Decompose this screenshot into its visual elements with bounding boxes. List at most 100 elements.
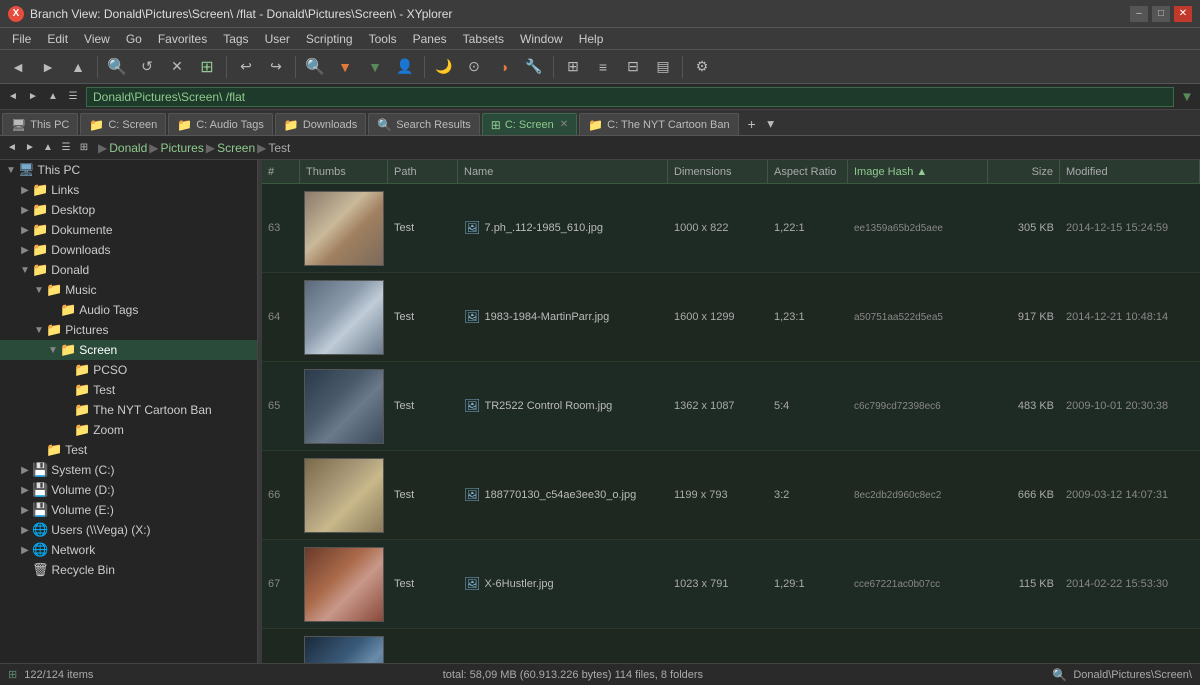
- toggle-system-c[interactable]: ▶: [18, 463, 32, 477]
- refresh-button[interactable]: ↺: [133, 53, 161, 81]
- addr-back[interactable]: ◄: [4, 88, 22, 106]
- sidebar-item-system-c[interactable]: ▶ 💾 System (C:): [0, 460, 257, 480]
- menu-view[interactable]: View: [76, 30, 118, 48]
- special1[interactable]: 👤: [391, 53, 419, 81]
- table-row[interactable]: 66 Test 🖼 188770130_c54ae3ee30_o.jpg 119…: [262, 451, 1200, 540]
- minimize-button[interactable]: –: [1130, 6, 1148, 22]
- sidebar-item-users-vega[interactable]: ▶ 🌐 Users (\\Vega) (X:): [0, 520, 257, 540]
- tab-c-screen-active[interactable]: ⊞ C: Screen ✕: [482, 113, 577, 135]
- menu-window[interactable]: Window: [512, 30, 571, 48]
- table-row[interactable]: 65 Test 🖼 TR2522 Control Room.jpg 1362 x…: [262, 362, 1200, 451]
- redo-button[interactable]: ↪: [262, 53, 290, 81]
- toggle-desktop[interactable]: ▶: [18, 203, 32, 217]
- toggle-zoom[interactable]: [60, 423, 74, 437]
- toggle-dokumente[interactable]: ▶: [18, 223, 32, 237]
- tab-dropdown-button[interactable]: ▾: [763, 113, 779, 135]
- tab-search-results[interactable]: 🔍 Search Results: [368, 113, 480, 135]
- col-header-num[interactable]: #: [262, 160, 300, 183]
- sidebar-item-desktop[interactable]: ▶ 📁 Desktop: [0, 200, 257, 220]
- bc-back[interactable]: ◄: [4, 140, 20, 156]
- branch-view-button[interactable]: ⊞: [193, 53, 221, 81]
- toggle-screen[interactable]: ▼: [46, 343, 60, 357]
- sidebar-item-test2[interactable]: 📁 Test: [0, 440, 257, 460]
- table-row[interactable]: 63 Test 🖼 7.ph_.112-1985_610.jpg 1000 x …: [262, 184, 1200, 273]
- bc-donald[interactable]: Donald: [109, 141, 147, 155]
- addr-up[interactable]: ▲: [44, 88, 62, 106]
- address-filter-icon[interactable]: ▼: [1178, 88, 1196, 106]
- menu-tabsets[interactable]: Tabsets: [455, 30, 512, 48]
- tab-nyt-cartoon[interactable]: 📁 C: The NYT Cartoon Ban: [579, 113, 738, 135]
- address-input[interactable]: [86, 87, 1174, 107]
- col-header-size[interactable]: Size: [988, 160, 1060, 183]
- menu-help[interactable]: Help: [571, 30, 612, 48]
- target-btn[interactable]: ⊙: [460, 53, 488, 81]
- menu-go[interactable]: Go: [118, 30, 150, 48]
- menu-file[interactable]: File: [4, 30, 39, 48]
- table-row[interactable]: 68 The NYT Car... 🖼 Raven.jpg 433 x 338 …: [262, 629, 1200, 663]
- toggle-audio-tags[interactable]: [46, 303, 60, 317]
- bc-forward[interactable]: ►: [22, 140, 38, 156]
- addr-list[interactable]: ☰: [64, 88, 82, 106]
- toggle-links[interactable]: ▶: [18, 183, 32, 197]
- sidebar-item-pictures[interactable]: ▼ 📁 Pictures: [0, 320, 257, 340]
- search-button[interactable]: 🔍: [103, 53, 131, 81]
- sidebar-item-donald[interactable]: ▼ 📁 Donald: [0, 260, 257, 280]
- color-btn[interactable]: ◑: [490, 53, 518, 81]
- menu-scripting[interactable]: Scripting: [298, 30, 361, 48]
- toggle-pictures[interactable]: ▼: [32, 323, 46, 337]
- sidebar-item-nyt-cartoon-ban[interactable]: 📁 The NYT Cartoon Ban: [0, 400, 257, 420]
- toggle-volume-e[interactable]: ▶: [18, 503, 32, 517]
- sidebar-item-pcso[interactable]: 📁 PCSO: [0, 360, 257, 380]
- bc-branch[interactable]: ⊞: [76, 140, 92, 156]
- sidebar-item-downloads[interactable]: ▶ 📁 Downloads: [0, 240, 257, 260]
- view-detail[interactable]: ≡: [589, 53, 617, 81]
- tab-c-screen[interactable]: 📁 C: Screen: [80, 113, 166, 135]
- tab-this-pc[interactable]: 🖥 This PC: [2, 113, 78, 135]
- toggle-music[interactable]: ▼: [32, 283, 46, 297]
- find-button[interactable]: 🔍: [301, 53, 329, 81]
- filter-btn[interactable]: ▼: [361, 53, 389, 81]
- sidebar-item-this-pc[interactable]: ▼ 🖥 This PC: [0, 160, 257, 180]
- toggle-volume-d[interactable]: ▶: [18, 483, 32, 497]
- back-button[interactable]: ◄: [4, 53, 32, 81]
- filter-active[interactable]: ▼: [331, 53, 359, 81]
- tools-btn[interactable]: 🔧: [520, 53, 548, 81]
- forward-button[interactable]: ►: [34, 53, 62, 81]
- toggle-donald[interactable]: ▼: [18, 263, 32, 277]
- menu-favorites[interactable]: Favorites: [150, 30, 215, 48]
- sidebar-item-links[interactable]: ▶ 📁 Links: [0, 180, 257, 200]
- sidebar-item-test[interactable]: 📁 Test: [0, 380, 257, 400]
- sidebar-item-volume-d[interactable]: ▶ 💾 Volume (D:): [0, 480, 257, 500]
- sidebar-item-recycle-bin[interactable]: 🗑 Recycle Bin: [0, 560, 257, 580]
- night-mode[interactable]: 🌙: [430, 53, 458, 81]
- menu-user[interactable]: User: [257, 30, 298, 48]
- toggle-recycle-bin[interactable]: [18, 563, 32, 577]
- toggle-nyt-cartoon-ban[interactable]: [60, 403, 74, 417]
- bc-pictures[interactable]: Pictures: [161, 141, 204, 155]
- sidebar-item-zoom[interactable]: 📁 Zoom: [0, 420, 257, 440]
- new-tab-button[interactable]: +: [741, 113, 763, 135]
- toggle-users-vega[interactable]: ▶: [18, 523, 32, 537]
- sidebar-item-dokumente[interactable]: ▶ 📁 Dokumente: [0, 220, 257, 240]
- menu-tools[interactable]: Tools: [361, 30, 405, 48]
- toggle-network[interactable]: ▶: [18, 543, 32, 557]
- col-header-thumbs[interactable]: Thumbs: [300, 160, 388, 183]
- col-header-aspect[interactable]: Aspect Ratio: [768, 160, 848, 183]
- col-header-name[interactable]: Name: [458, 160, 668, 183]
- toggle-downloads[interactable]: ▶: [18, 243, 32, 257]
- view-grid[interactable]: ⊞: [559, 53, 587, 81]
- toggle-this-pc[interactable]: ▼: [4, 163, 18, 177]
- sidebar-item-music[interactable]: ▼ 📁 Music: [0, 280, 257, 300]
- toggle-test2[interactable]: [32, 443, 46, 457]
- bc-up[interactable]: ▲: [40, 140, 56, 156]
- bc-screen[interactable]: Screen: [217, 141, 255, 155]
- maximize-button[interactable]: □: [1152, 6, 1170, 22]
- sidebar-item-network[interactable]: ▶ 🌐 Network: [0, 540, 257, 560]
- bc-test[interactable]: Test: [268, 141, 290, 155]
- view-thumb[interactable]: ⊟: [619, 53, 647, 81]
- col-header-dimensions[interactable]: Dimensions: [668, 160, 768, 183]
- stop-button[interactable]: ✕: [163, 53, 191, 81]
- settings-btn[interactable]: ⚙: [688, 53, 716, 81]
- sidebar-item-audio-tags[interactable]: 📁 Audio Tags: [0, 300, 257, 320]
- menu-edit[interactable]: Edit: [39, 30, 76, 48]
